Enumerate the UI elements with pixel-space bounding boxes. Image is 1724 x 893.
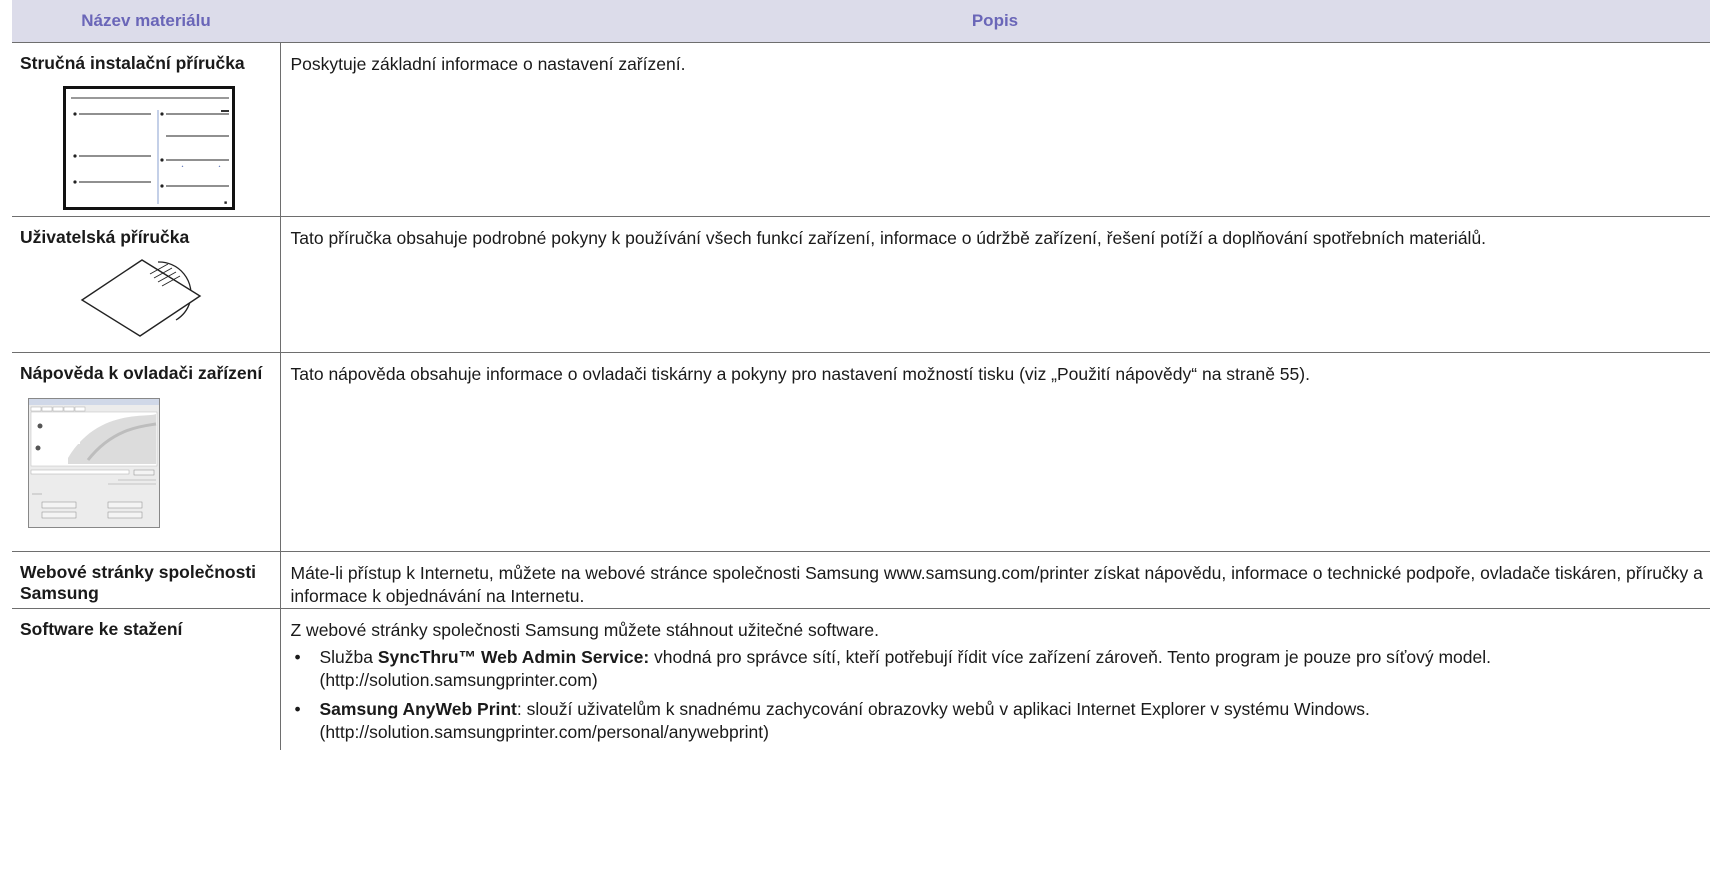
table-header-row: Název materiálu Popis [12, 0, 1710, 43]
svg-text:▲: ▲ [181, 164, 184, 168]
bullet-icon: • [294, 647, 301, 667]
description-text: Tato nápověda obsahuje informace o ovlad… [290, 364, 1310, 384]
material-name-cell: Software ke stažení [12, 608, 281, 750]
list-item: • Samsung AnyWeb Print: slouží uživatelů… [291, 698, 1705, 744]
table-row: Webové stránky společnosti Samsung Máte-… [12, 551, 1710, 609]
cd-disc-sleeve-illustration [80, 256, 280, 346]
svg-text:▲: ▲ [218, 164, 221, 168]
table-row: Stručná instalační příručka ▲ ▲ ■ Poskyt… [12, 42, 1710, 217]
description-cell: Tato příručka obsahuje podrobné pokyny k… [280, 216, 1710, 353]
material-name: Software ke stažení [20, 619, 183, 639]
material-name: Uživatelská příručka [20, 227, 190, 247]
material-name-cell: Uživatelská příručka [12, 216, 281, 353]
material-name-cell: Stručná instalační příručka ▲ ▲ ■ [12, 42, 281, 217]
description-text: Z webové stránky společnosti Samsung můž… [290, 620, 880, 640]
quick-install-guide-thumbnail: ▲ ▲ ■ [63, 86, 280, 216]
description-cell: Máte-li přístup k Internetu, můžete na w… [280, 551, 1710, 609]
description-cell: Poskytuje základní informace o nastavení… [280, 42, 1710, 217]
bullet-icon: • [294, 699, 301, 719]
material-name-cell: Webové stránky společnosti Samsung [12, 551, 281, 609]
description-cell: Tato nápověda obsahuje informace o ovlad… [280, 352, 1710, 552]
description-cell: Z webové stránky společnosti Samsung můž… [280, 609, 1710, 751]
material-name: Stručná instalační příručka [20, 53, 245, 73]
list-item: • Služba SyncThru™ Web Admin Service: vh… [291, 646, 1705, 692]
product-name: SyncThru™ Web Admin Service: [377, 647, 650, 667]
description-text: Tato příručka obsahuje podrobné pokyny k… [290, 228, 1487, 248]
product-name: Samsung AnyWeb Print [319, 699, 517, 719]
svg-text:■: ■ [224, 200, 227, 206]
bullet-prefix: Služba [319, 647, 378, 667]
table-row: Software ke stažení Z webové stránky spo… [12, 608, 1710, 751]
material-name-cell: Nápověda k ovladači zařízení [12, 352, 281, 552]
header-material-name: Název materiálu [12, 0, 280, 43]
material-name: Webové stránky společnosti Samsung [20, 562, 257, 603]
description-text: Poskytuje základní informace o nastavení… [290, 54, 686, 74]
header-description: Popis [280, 0, 1710, 43]
document-page: Název materiálu Popis Stručná instalační… [12, 0, 1710, 750]
printer-driver-dialog-screenshot [28, 398, 280, 534]
description-text: Máte-li přístup k Internetu, můžete na w… [290, 563, 1703, 606]
material-name: Nápověda k ovladači zařízení [20, 363, 263, 383]
table-row: Nápověda k ovladači zařízení Tato nápově… [12, 352, 1710, 552]
table-row: Uživatelská příručka Tato příručka obsah… [12, 216, 1710, 353]
materials-table: Název materiálu Popis Stručná instalační… [12, 0, 1710, 750]
software-bullet-list: • Služba SyncThru™ Web Admin Service: vh… [291, 646, 1705, 744]
